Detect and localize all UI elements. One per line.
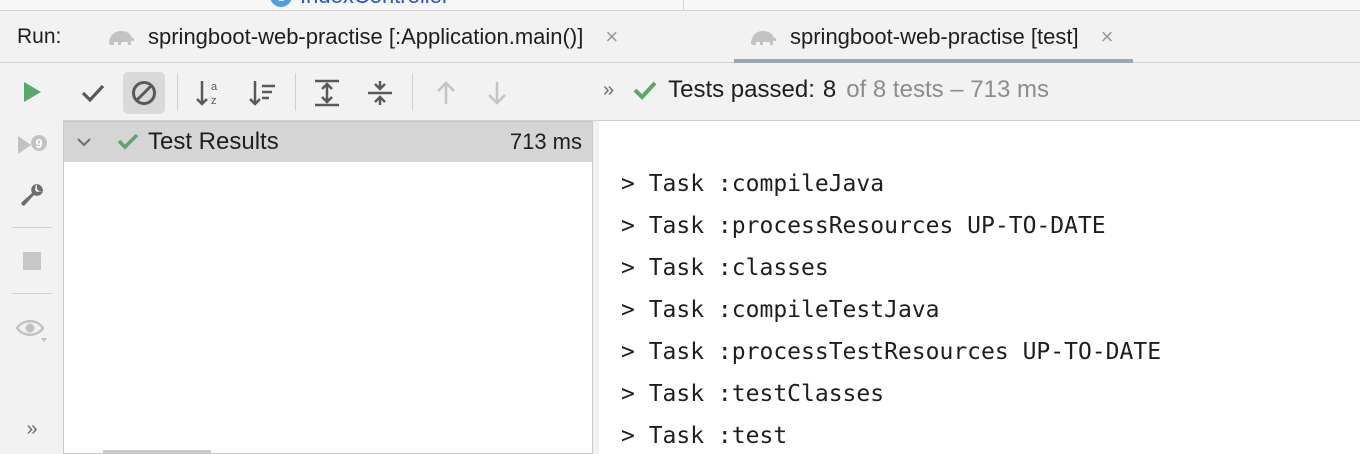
run-tab-bar: Run: springboot-web-practise [:Applicati… [0, 11, 1360, 63]
expand-all-button[interactable] [306, 72, 348, 114]
horizontal-scrollbar[interactable] [103, 450, 211, 454]
stop-icon[interactable] [14, 243, 50, 279]
editor-tab-index-controller[interactable]: C IndexController [270, 0, 449, 8]
passed-count: 8 [822, 76, 837, 103]
sort-by-duration-button[interactable] [241, 72, 283, 114]
tree-root-row[interactable]: Test Results 713 ms [64, 122, 592, 162]
console-line: > Task :compileJava [621, 171, 885, 197]
class-icon: C [270, 0, 292, 7]
svg-text:z: z [211, 95, 217, 107]
passed-check-icon [116, 131, 140, 156]
test-toolbar: a z » Tests passed: 8 of 8 tests – 713 m… [63, 63, 1360, 121]
tab-application-main[interactable]: springboot-web-practise [:Application.ma… [106, 11, 618, 62]
next-failed-button[interactable] [476, 72, 518, 114]
console-line: > Task :processTestResources UP-TO-DATE [621, 339, 1162, 365]
gradle-elephant-icon [751, 30, 776, 45]
tab-label: springboot-web-practise [test] [790, 23, 1079, 49]
editor-tab-label: IndexController [300, 0, 449, 9]
eye-icon[interactable] [14, 311, 50, 347]
toolbar-separator [412, 73, 413, 111]
close-icon[interactable]: × [605, 24, 618, 50]
console-output[interactable]: > Task :compileJava > Task :processResou… [599, 121, 1360, 454]
toolbar-separator [177, 73, 178, 111]
rerun-failed-icon[interactable]: 9 [14, 127, 50, 163]
sort-duration-icon [249, 81, 275, 106]
passed-check-icon [633, 81, 657, 100]
arrow-up-icon [437, 81, 455, 104]
sort-alpha-icon: a z [196, 81, 218, 107]
toolbar-separator [295, 73, 296, 111]
collapse-all-button[interactable] [359, 72, 401, 114]
console-line: > Task :processResources UP-TO-DATE [621, 213, 1106, 239]
status-suffix: of 8 tests – 713 ms [846, 76, 1050, 103]
collapse-all-icon [368, 81, 392, 105]
arrow-down-icon [488, 82, 506, 105]
show-ignored-button[interactable] [123, 72, 165, 114]
wrench-icon[interactable] [14, 177, 50, 213]
more-icon[interactable]: » [603, 79, 614, 102]
console-line: > Task :test [621, 423, 788, 449]
editor-tab-strip: C IndexController [0, 0, 1360, 11]
tab-test[interactable]: springboot-web-practise [test] × [733, 11, 1134, 63]
sort-alphabetically-button[interactable]: a z [188, 72, 230, 114]
svg-text:a: a [211, 81, 218, 93]
console-line: > Task :compileTestJava [621, 297, 940, 323]
left-toolbar: 9 » [0, 63, 63, 454]
test-tree: Test Results 713 ms [63, 121, 593, 454]
tab-divider [683, 0, 684, 10]
divider [12, 293, 52, 294]
check-icon [81, 84, 105, 103]
close-icon[interactable]: × [1101, 24, 1114, 50]
expand-all-icon [315, 79, 339, 107]
status-prefix: Tests passed: [668, 76, 815, 103]
tree-root-label: Test Results [148, 128, 279, 155]
show-passed-button[interactable] [72, 72, 114, 114]
tree-root-time: 713 ms [509, 129, 582, 154]
tab-label: springboot-web-practise [:Application.ma… [148, 23, 584, 49]
divider [12, 227, 52, 228]
test-status: » Tests passed: 8 of 8 tests – 713 ms [603, 76, 1049, 104]
svg-text:9: 9 [35, 136, 42, 151]
run-icon[interactable] [14, 74, 50, 110]
previous-failed-button[interactable] [425, 72, 467, 114]
console-line: > Task :classes [621, 255, 829, 281]
chevron-down-icon[interactable] [76, 132, 96, 153]
gradle-elephant-icon [109, 30, 134, 45]
ignored-icon [132, 81, 156, 105]
run-label: Run: [17, 25, 62, 48]
more-icon[interactable]: » [14, 411, 50, 447]
console-line: > Task :testClasses [621, 381, 885, 407]
